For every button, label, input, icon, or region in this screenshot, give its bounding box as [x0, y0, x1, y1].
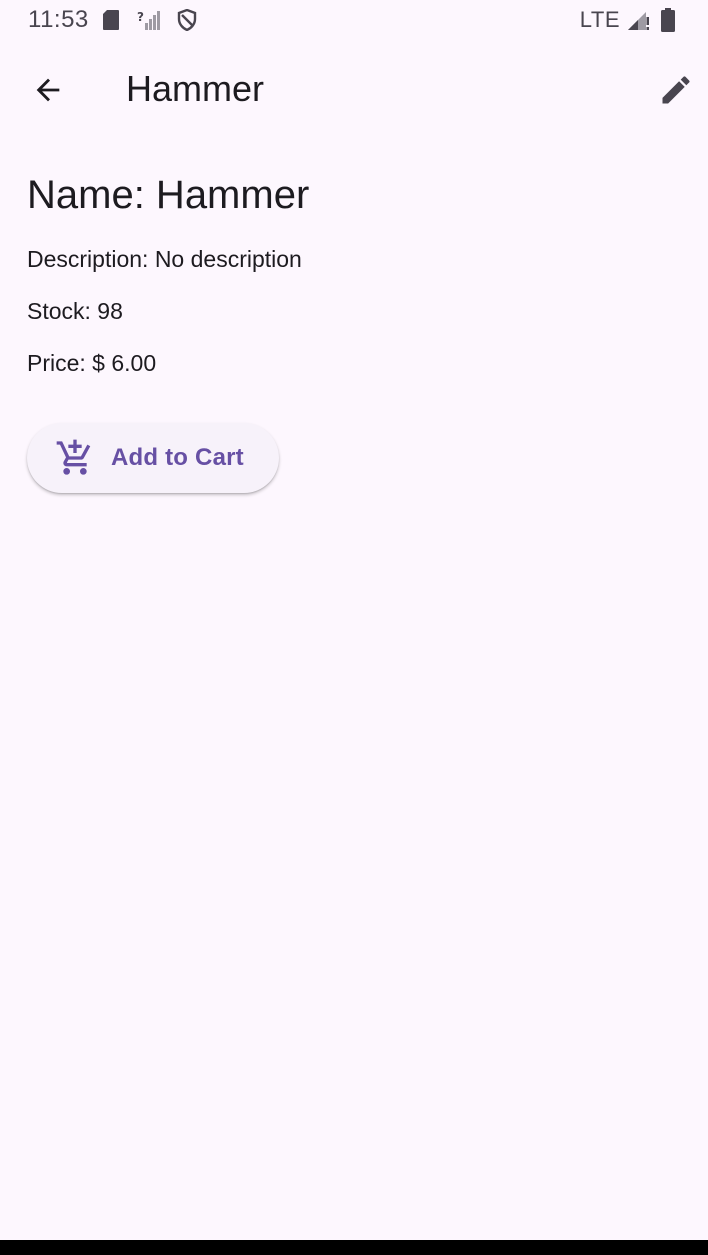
navigation-bar [0, 1240, 708, 1255]
product-description: Description: No description [27, 246, 302, 272]
product-name: Name: Hammer [27, 173, 310, 217]
product-stock: Stock: 98 [27, 298, 123, 324]
no-signal-icon: ? [137, 8, 161, 32]
add-to-cart-label: Add to Cart [111, 444, 244, 471]
product-detail-screen: 11:53 ? LTE Hammer Name: Hammer Descript… [0, 0, 708, 1255]
network-type: LTE [579, 7, 620, 32]
battery-icon [656, 8, 680, 32]
product-details: Name: Hammer Description: No description… [27, 170, 687, 378]
status-bar: 11:53 ? LTE [0, 0, 708, 40]
edit-button[interactable] [652, 66, 700, 114]
svg-text:?: ? [137, 10, 144, 24]
app-bar: Hammer [0, 50, 708, 130]
back-button[interactable] [24, 66, 72, 114]
product-price: Price: $ 6.00 [27, 350, 157, 376]
shield-icon [175, 8, 199, 32]
arrow-back-icon [36, 78, 60, 102]
sd-card-icon [99, 8, 123, 32]
status-left: 11:53 ? [28, 6, 213, 34]
cell-signal-icon [626, 8, 650, 32]
page-title: Hammer [126, 68, 265, 109]
status-time: 11:53 [28, 6, 89, 33]
add-shopping-cart-icon [55, 438, 95, 478]
pencil-icon [662, 76, 690, 104]
add-to-cart-button[interactable]: Add to Cart [27, 423, 279, 493]
status-right: LTE [580, 7, 680, 33]
